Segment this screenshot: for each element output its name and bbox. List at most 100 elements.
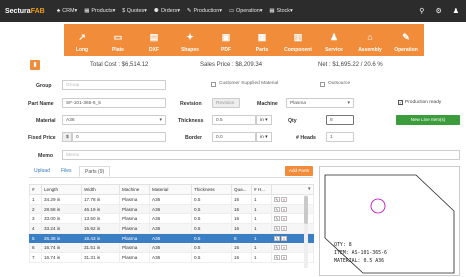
cell-heads: 1 xyxy=(251,242,272,254)
tab-parts[interactable]: Parts (9) xyxy=(79,166,111,177)
qty-label: Qty xyxy=(288,118,297,124)
heads-input[interactable]: 1 xyxy=(326,132,354,142)
production-ready-checkbox[interactable]: ✓ xyxy=(398,100,403,105)
document-icon[interactable]: ▮ xyxy=(30,60,40,70)
cell-length: 26.38 in xyxy=(41,232,82,244)
revision-input[interactable]: Revision xyxy=(212,98,240,108)
user-icon[interactable]: ♟ xyxy=(453,7,459,15)
tab-upload[interactable]: Upload xyxy=(29,166,55,177)
nav-products[interactable]: ▦ Products▾ xyxy=(84,8,115,14)
border-input[interactable]: 0.0 xyxy=(212,132,256,142)
table-row[interactable]: 4 33.24 in 15.92 in Plasma A36 0.5 16 1 ✎ ✕ xyxy=(29,223,314,234)
fixed-price-input[interactable]: 0 xyxy=(72,132,166,142)
customer-supplied-checkbox[interactable] xyxy=(211,82,216,87)
part-name-input[interactable]: SF-101-365-6_5 xyxy=(62,98,166,108)
add-parts-button[interactable]: Add Parts xyxy=(285,166,313,176)
nav-operation[interactable]: ▭ Operation▾ xyxy=(229,8,262,14)
nav-stock[interactable]: ▦ Stock▾ xyxy=(269,8,292,14)
category-plate[interactable]: ▭ Plate xyxy=(100,24,136,56)
new-line-item-button[interactable]: New Line Item(s) xyxy=(396,115,460,125)
delete-icon[interactable]: ✕ xyxy=(281,216,287,222)
memo-input[interactable]: Memo xyxy=(62,150,460,160)
col-header-length[interactable]: Length xyxy=(41,184,82,195)
category-dxf[interactable]: ▤ DXF xyxy=(136,24,172,56)
qty-input[interactable]: 8 xyxy=(326,115,354,125)
col-header-index[interactable]: # xyxy=(29,184,42,195)
nav-quotes[interactable]: $ Quotes▾ xyxy=(122,8,147,14)
table-row[interactable]: 3 33.00 in 13.50 in Plasma A36 0.5 16 1 ✎ ✕ xyxy=(29,213,314,225)
machine-select[interactable]: Plasma xyxy=(286,98,354,108)
edit-icon[interactable]: ✎ xyxy=(274,225,280,231)
cell-thickness: 0.5 xyxy=(191,194,232,205)
cell-machine: Plasma xyxy=(119,232,150,244)
brand-logo[interactable]: SecturaFAB xyxy=(0,8,50,15)
tab-files[interactable]: Files xyxy=(56,166,77,177)
col-header-material[interactable]: Material xyxy=(149,184,192,195)
cell-index: 2 xyxy=(29,203,42,215)
edit-icon[interactable]: ✎ xyxy=(274,216,280,222)
thickness-input[interactable]: 0.5 xyxy=(212,115,256,125)
cell-machine: Plasma xyxy=(119,223,150,234)
edit-icon[interactable]: ✎ xyxy=(274,245,280,251)
delete-icon[interactable]: ✕ xyxy=(281,245,287,251)
person-icon: ♟ xyxy=(329,32,339,42)
table-scrollbar-thumb[interactable] xyxy=(304,196,308,224)
material-select[interactable]: A36 xyxy=(62,115,166,125)
cell-thickness: 0.5 xyxy=(191,203,232,215)
cell-quantity: 16 xyxy=(231,252,252,263)
category-service[interactable]: ♟ Service xyxy=(316,24,352,56)
delete-icon[interactable]: ✕ xyxy=(281,206,287,212)
nav-production[interactable]: ✎ Production▾ xyxy=(187,8,222,14)
delete-icon[interactable]: ✕ xyxy=(281,254,287,260)
col-header-thickness[interactable]: Thickness xyxy=(191,184,232,195)
component-icon: ▥ xyxy=(293,32,303,42)
cell-material: A36 xyxy=(149,252,192,263)
cell-quantity: 16 xyxy=(231,242,252,254)
settings-icon[interactable]: ⚙ xyxy=(435,7,441,15)
nav-crm[interactable]: ♣ CRM▾ xyxy=(57,8,78,14)
outsource-checkbox[interactable] xyxy=(320,82,325,87)
edit-icon[interactable]: ✎ xyxy=(274,254,280,260)
table-row[interactable]: 7 16.74 in 31.31 in Plasma A36 0.5 16 1 ✎ ✕ xyxy=(29,252,314,263)
group-label: Group xyxy=(36,83,52,89)
thickness-unit-select[interactable]: in ▾ xyxy=(256,115,272,125)
group-input[interactable]: Group xyxy=(62,80,166,90)
table-row[interactable]: 5 26.38 in 16.43 in Plasma A36 0.5 8 1 ✎ ✕ xyxy=(29,232,314,244)
delete-icon[interactable]: ✕ xyxy=(281,225,287,231)
cell-thickness: 0.5 xyxy=(191,232,232,244)
cell-width: 31.31 in xyxy=(81,252,120,263)
heads-label: # Heads xyxy=(296,135,316,141)
delete-icon[interactable]: ✕ xyxy=(281,235,287,241)
category-shapes[interactable]: ✦ Shapes xyxy=(172,24,208,56)
image-icon: ▣ xyxy=(221,32,231,42)
delete-icon[interactable]: ✕ xyxy=(281,196,287,202)
search-icon[interactable]: ⚲ xyxy=(419,7,424,15)
table-row[interactable]: 2 28.58 in 46.19 in Plasma A36 0.5 16 1 ✎ ✕ xyxy=(29,203,314,215)
col-header-quantity[interactable]: Qua... xyxy=(231,184,252,195)
edit-icon[interactable]: ✎ xyxy=(274,196,280,202)
plate-icon: ▭ xyxy=(113,32,123,42)
fixed-price-label: Fixed Price xyxy=(28,135,56,141)
category-parts[interactable]: ▦ Parts xyxy=(244,24,280,56)
nav-orders[interactable]: ⚈ Orders▾ xyxy=(154,8,180,14)
col-header-width[interactable]: Width xyxy=(81,184,120,195)
edit-icon[interactable]: ✎ xyxy=(274,235,280,241)
category-component[interactable]: ▥ Component xyxy=(280,24,316,56)
cell-thickness: 0.5 xyxy=(191,223,232,234)
border-unit-select[interactable]: in ▾ xyxy=(256,132,272,142)
table-row[interactable]: 6 16.74 in 31.51 in Plasma A36 0.5 16 1 ✎ ✕ xyxy=(29,242,314,254)
folder-icon: ▦ xyxy=(257,32,267,42)
cell-index: 6 xyxy=(29,242,42,254)
table-row[interactable]: 1 34.29 in 17.78 in Plasma A36 0.5 16 1 ✎ ✕ xyxy=(29,194,314,205)
col-header-heads[interactable]: # H... xyxy=(251,184,272,195)
category-long[interactable]: ↗ Long xyxy=(64,24,100,56)
cell-quantity: 8 xyxy=(231,232,252,244)
category-pdf[interactable]: ▣ PDF xyxy=(208,24,244,56)
category-operation[interactable]: ✎ Operation xyxy=(388,24,424,56)
category-assembly[interactable]: ⌂ Assembly xyxy=(352,24,388,56)
shapes-icon: ✦ xyxy=(186,32,194,42)
cart-icon: ⚈ xyxy=(153,8,159,14)
monitor-icon: ▭ xyxy=(228,8,235,14)
edit-icon[interactable]: ✎ xyxy=(274,206,280,212)
col-header-machine[interactable]: Machine xyxy=(119,184,150,195)
